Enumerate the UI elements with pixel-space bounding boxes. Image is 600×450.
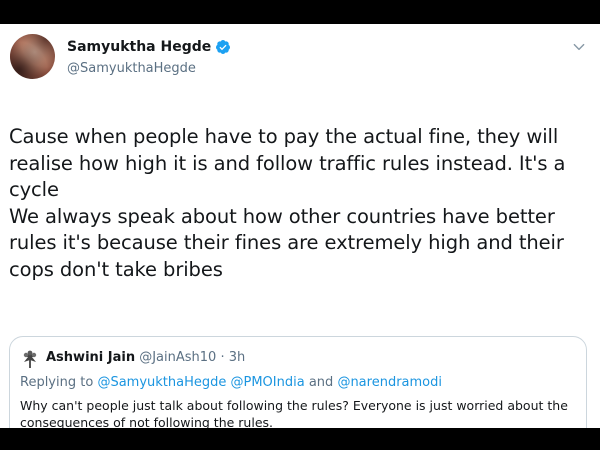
quoted-tweet-header: Ashwini Jain @JainAsh10 · 3h xyxy=(46,350,245,365)
quoted-handle[interactable]: @JainAsh10 xyxy=(139,350,216,365)
tweet-text: Cause when people have to pay the actual… xyxy=(9,125,566,281)
quoted-timestamp[interactable]: 3h xyxy=(229,350,246,365)
mention-link[interactable]: @PMOIndia xyxy=(231,375,305,390)
mention-link[interactable]: @narendramodi xyxy=(337,375,442,390)
chevron-down-icon[interactable] xyxy=(572,40,586,54)
replying-to-line: Replying to @SamyukthaHegde @PMOIndia an… xyxy=(20,375,442,390)
tweet-card: Samyuktha Hegde @SamyukthaHegde Cause wh… xyxy=(0,24,600,428)
author-display-name[interactable]: Samyuktha Hegde xyxy=(67,39,211,55)
quoted-display-name[interactable]: Ashwini Jain xyxy=(46,350,135,365)
author-name-row: Samyuktha Hegde xyxy=(67,39,231,55)
mention-link[interactable]: @SamyukthaHegde xyxy=(97,375,226,390)
verified-badge-icon xyxy=(216,40,231,54)
replying-to-joiner: and xyxy=(304,375,338,390)
author-avatar[interactable] xyxy=(10,34,55,79)
replying-to-prefix: Replying to xyxy=(20,375,98,390)
quoted-separator: · xyxy=(216,350,229,365)
quoted-tweet-text: Why can't people just talk about followi… xyxy=(20,398,568,428)
avatar-photo xyxy=(10,34,55,79)
author-handle[interactable]: @SamyukthaHegde xyxy=(67,61,196,76)
tree-avatar-icon[interactable] xyxy=(20,349,40,369)
quoted-tweet[interactable]: Ashwini Jain @JainAsh10 · 3h Replying to… xyxy=(9,336,587,428)
